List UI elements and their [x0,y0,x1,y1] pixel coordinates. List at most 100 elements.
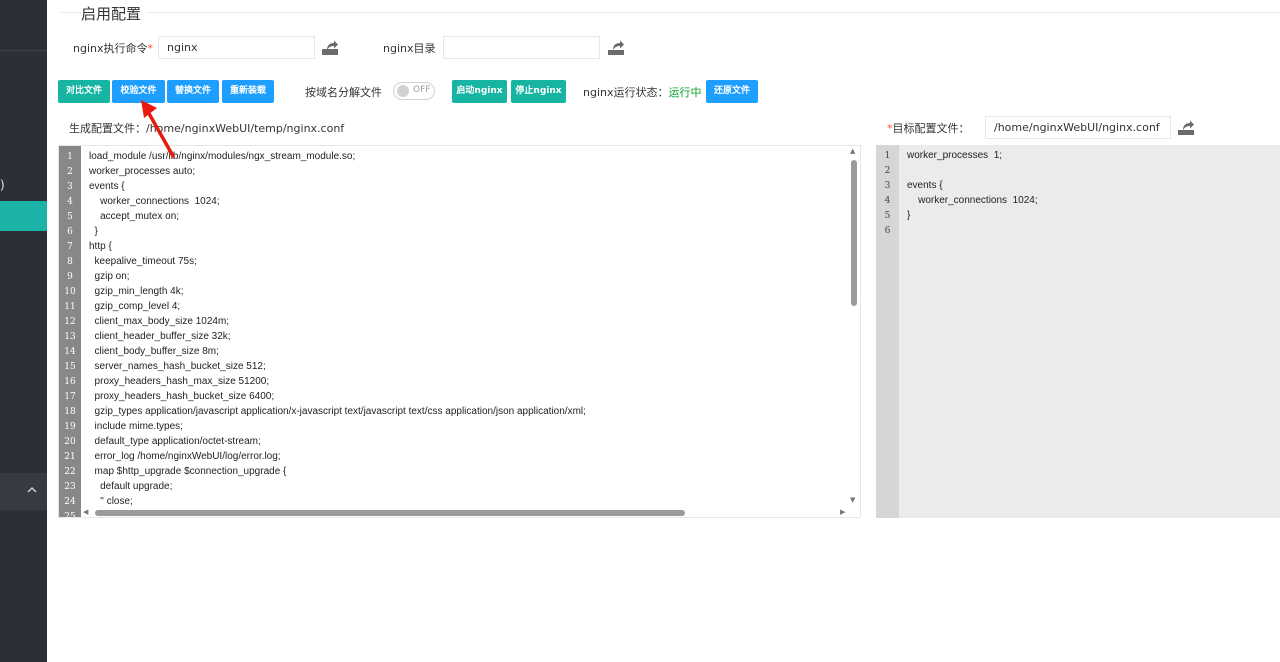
code-line: client_body_buffer_size 8m; [89,346,219,357]
line-number: 7 [67,242,73,252]
line-number: 5 [67,212,73,222]
code-line: server_names_hash_bucket_size 512; [89,361,266,372]
code-line: events { [907,180,943,191]
code-line: load_module /usr/lib/nginx/modules/ngx_s… [89,151,356,162]
code-line: http { [89,241,112,252]
line-number: 22 [64,467,76,477]
section-title: 启用配置 [81,3,148,24]
line-number: 5 [884,211,891,221]
generated-config-editor[interactable]: 1 2 3 4 5 6 7 8 9 10 11 12 13 14 15 16 1… [58,145,861,518]
code-line: include mime.types; [89,421,183,432]
split-by-domain-label: 按域名分解文件 [305,86,382,99]
code-line: worker_processes 1; [907,150,1003,161]
line-number: 16 [64,377,76,387]
start-nginx-button[interactable]: 启动nginx [452,80,507,103]
line-number-gutter: 1 2 3 4 5 6 [876,145,899,518]
code-line: gzip_comp_level 4; [89,301,181,312]
line-number: 2 [67,167,73,177]
vertical-scrollbar-thumb[interactable] [851,160,857,306]
line-number: 20 [64,437,76,447]
line-number: 4 [67,197,73,207]
target-config-editor[interactable]: 1 2 3 4 5 6 worker_processes 1; events {… [876,145,1280,518]
sidebar: ) [0,0,47,662]
code-line: default upgrade; [89,481,173,492]
target-config-label: *目标配置文件： [887,122,970,135]
code-line: keepalive_timeout 75s; [89,256,197,267]
code-line: gzip_types application/javascript applic… [89,406,586,417]
toggle-knob [397,85,409,97]
line-number: 24 [64,497,76,507]
code-line: '' close; [89,496,133,507]
line-number: 13 [64,332,76,342]
chevron-up-icon[interactable] [27,485,37,495]
nginx-status-label: nginx运行状态： [583,86,669,99]
compare-button[interactable]: 对比文件 [58,80,110,103]
line-number: 1 [884,151,891,161]
code-line: gzip on; [89,271,130,282]
line-number: 11 [64,302,76,312]
stop-nginx-button[interactable]: 停止nginx [511,80,566,103]
code-line: accept_mutex on; [89,211,180,222]
nginx-dir-label: nginx目录 [383,42,436,55]
code-line: client_header_buffer_size 32k; [89,331,231,342]
nginx-status: nginx运行状态：运行中 [583,84,702,100]
code-line: map $http_upgrade $connection_upgrade { [89,466,287,477]
code-line: } [89,226,98,237]
line-number: 12 [64,317,76,327]
upload-icon[interactable] [606,37,626,57]
line-number: 4 [884,196,891,206]
line-number: 23 [64,482,76,492]
code-line: proxy_headers_hash_max_size 51200; [89,376,270,387]
code-line: client_max_body_size 1024m; [89,316,230,327]
upload-icon[interactable] [1176,117,1196,137]
generated-config-label: 生成配置文件：/home/nginxWebUI/temp/nginx.conf [69,122,345,135]
sidebar-divider [0,50,47,51]
nginx-dir-input[interactable] [443,36,600,59]
line-number: 1 [67,152,73,162]
toggle-state: OFF [413,85,431,95]
line-number: 15 [64,362,76,372]
code-line: worker_processes auto; [89,166,196,177]
sidebar-item-expanded[interactable] [0,473,47,510]
reload-button[interactable]: 重新装载 [222,80,274,103]
code-line: default_type application/octet-stream; [89,436,261,447]
split-by-domain-toggle[interactable]: OFF [393,82,435,100]
code-line: proxy_headers_hash_bucket_size 6400; [89,391,275,402]
nginx-cmd-input[interactable]: nginx [158,36,315,59]
horizontal-scrollbar-thumb[interactable] [95,510,685,516]
scroll-left-icon[interactable]: ◀ [83,508,88,516]
line-number: 6 [67,227,73,237]
required-mark: * [147,42,154,55]
sidebar-item-label[interactable]: ) [0,178,5,192]
target-config-path-input[interactable]: /home/nginxWebUI/nginx.conf [985,116,1171,139]
code-line: error_log /home/nginxWebUI/log/error.log… [89,451,281,462]
line-number: 19 [64,422,76,432]
code-line: worker_connections 1024; [907,195,1038,206]
line-number: 21 [64,452,76,462]
line-number: 2 [884,166,891,176]
line-number: 18 [64,407,76,417]
line-number: 3 [884,181,891,191]
line-number: 6 [884,226,891,236]
line-number: 3 [67,182,73,192]
line-number: 17 [64,392,76,402]
main-content: 启用配置 nginx执行命令* nginx nginx目录 对比文件 校验文件 … [47,0,1280,662]
line-number: 25 [64,512,76,518]
restore-button[interactable]: 还原文件 [706,80,758,103]
line-number: 10 [64,287,76,297]
code-line: } [907,210,911,221]
code-line: events { [89,181,125,192]
scroll-down-icon[interactable]: ▼ [850,496,855,504]
line-number: 9 [67,272,73,282]
code-line: gzip_min_length 4k; [89,286,184,297]
code-line: worker_connections 1024; [89,196,220,207]
nginx-status-value: 运行中 [668,86,702,99]
line-number: 8 [67,257,73,267]
scroll-up-icon[interactable]: ▲ [850,147,855,155]
upload-icon[interactable] [320,37,340,57]
section-divider [61,12,1280,13]
nginx-cmd-label: nginx执行命令* [73,42,154,55]
sidebar-item-active[interactable] [0,201,47,231]
scroll-right-icon[interactable]: ▶ [840,508,845,516]
line-number-gutter: 1 2 3 4 5 6 7 8 9 10 11 12 13 14 15 16 1… [59,146,81,518]
